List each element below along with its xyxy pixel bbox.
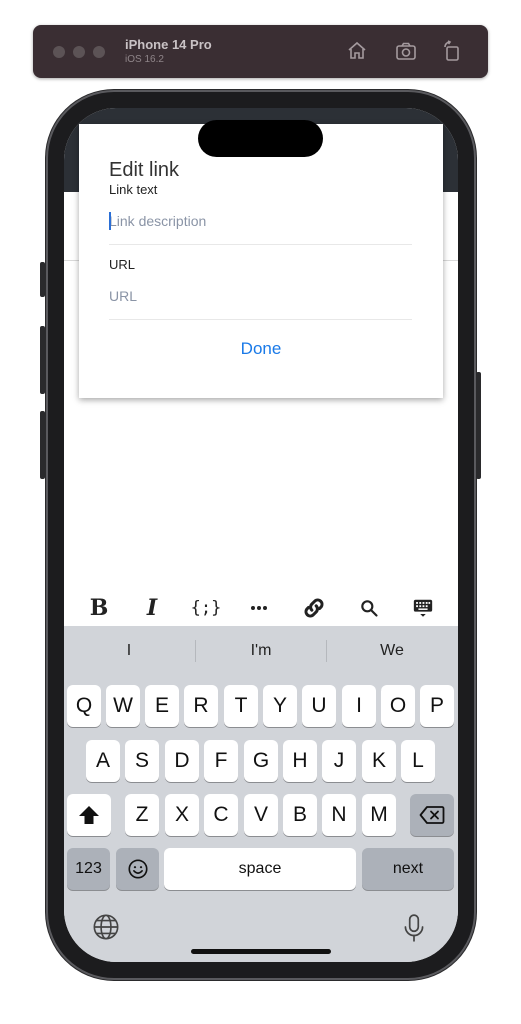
formatting-toolbar: B I {;} [64,590,458,626]
silent-switch [40,262,45,297]
link-icon[interactable] [298,590,330,626]
space-key[interactable]: space [164,848,356,890]
bold-label: B [89,595,109,621]
key-p[interactable]: P [420,685,454,727]
phone-screen: Edit link Link text URL Done B I {;} [64,108,458,962]
keyboard-hide-icon[interactable] [408,590,438,626]
key-k[interactable]: K [362,740,396,782]
rotate-icon[interactable] [440,39,464,63]
key-b[interactable]: B [283,794,317,836]
shift-icon [79,806,99,824]
key-y[interactable]: Y [263,685,297,727]
bold-icon[interactable]: B [84,590,114,626]
volume-up-button [40,326,45,394]
key-x[interactable]: X [165,794,199,836]
suggestion-item[interactable]: I'm [196,626,326,676]
suggestion-item[interactable]: We [327,626,457,676]
key-e[interactable]: E [145,685,179,727]
window-close-button[interactable] [53,46,65,58]
done-button[interactable]: Done [79,339,443,359]
link-text-underline [109,244,412,245]
software-keyboard: I I'm We Q W E R T Y U I O P A S D F G H… [64,626,458,962]
search-icon[interactable] [355,590,383,626]
next-key[interactable]: next [362,848,454,890]
delete-icon [419,806,445,824]
code-label: {;} [190,598,222,618]
key-i[interactable]: I [342,685,376,727]
key-t[interactable]: T [224,685,258,727]
suggestion-bar: I I'm We [64,626,458,676]
key-r[interactable]: R [184,685,218,727]
key-q[interactable]: Q [67,685,101,727]
key-j[interactable]: J [322,740,356,782]
home-icon[interactable] [345,39,369,63]
emoji-key[interactable] [116,848,159,890]
key-m[interactable]: M [362,794,396,836]
key-n[interactable]: N [322,794,356,836]
key-s[interactable]: S [125,740,159,782]
url-label: URL [109,257,136,272]
url-input[interactable] [109,284,412,308]
link-text-input[interactable] [109,209,412,233]
text-cursor [109,212,111,230]
microphone-icon[interactable] [401,913,427,943]
side-button [476,372,481,479]
globe-icon[interactable] [92,913,120,941]
italic-label: I [146,595,158,621]
key-g[interactable]: G [244,740,278,782]
shift-key[interactable] [67,794,111,836]
link-text-label: Link text [109,182,158,197]
key-w[interactable]: W [106,685,140,727]
window-zoom-button[interactable] [93,46,105,58]
simulator-title-bar: iPhone 14 Pro iOS 16.2 [33,25,488,78]
key-l[interactable]: L [401,740,435,782]
key-f[interactable]: F [204,740,238,782]
os-version: iOS 16.2 [125,54,164,65]
volume-down-button [40,411,45,479]
screenshot-icon[interactable] [394,39,418,63]
key-v[interactable]: V [244,794,278,836]
key-c[interactable]: C [204,794,238,836]
key-a[interactable]: A [86,740,120,782]
key-z[interactable]: Z [125,794,159,836]
device-name: iPhone 14 Pro [125,37,212,52]
numbers-key[interactable]: 123 [67,848,110,890]
url-underline [109,319,412,320]
code-icon[interactable]: {;} [188,590,224,626]
window-minimize-button[interactable] [73,46,85,58]
key-o[interactable]: O [381,685,415,727]
key-d[interactable]: D [165,740,199,782]
home-indicator [191,949,331,954]
emoji-icon [127,859,148,879]
key-u[interactable]: U [302,685,336,727]
dynamic-island [198,120,323,157]
suggestion-item[interactable]: I [64,626,194,676]
dialog-title: Edit link [109,159,180,181]
delete-key[interactable] [410,794,454,836]
italic-icon[interactable]: I [137,590,167,626]
key-h[interactable]: H [283,740,317,782]
edit-link-dialog: Edit link Link text URL Done [79,124,443,398]
more-icon[interactable] [244,590,274,626]
